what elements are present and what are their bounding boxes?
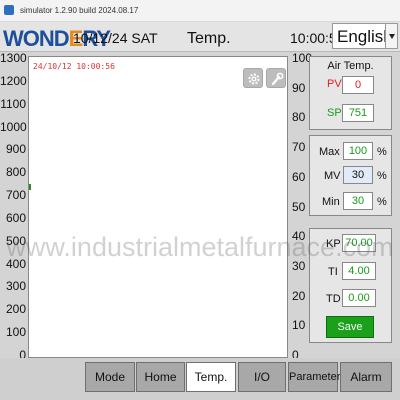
trend-chart[interactable]: 24/10/12 10:00:56 [28,56,288,358]
app-icon [4,5,14,15]
pv-label: PV [327,78,342,90]
left-axis-tick-label: 1100 [0,96,26,111]
td-label: TD [326,293,341,305]
output-limits-panel: Max 100 % MV 30 % Min 30 % [309,135,392,216]
left-axis-tick-label: 1000 [0,119,27,134]
ti-input[interactable]: 4.00 [342,262,376,280]
pv-trace-mark [29,184,31,190]
mv-value: 30 [343,166,373,184]
chart-timestamp: 24/10/12 10:00:56 [33,62,115,71]
right-axis-tick-label: 70 [292,140,306,155]
max-label: Max [319,146,340,158]
tab-home[interactable]: Home [136,362,185,392]
watermark-text: www.industrialmetalfurnace.com [6,232,394,262]
window-title-bar: simulator 1.2.90 build 2024.08.17 [0,0,400,22]
right-axis-tick-label: 60 [292,169,306,184]
left-axis-tick-label: 100 [5,325,26,340]
left-axis-tick-label: 300 [5,279,26,294]
window-title: simulator 1.2.90 build 2024.08.17 [20,6,139,15]
right-axis-tick-label: 50 [292,199,306,214]
right-axis-tick-label: 80 [292,110,306,125]
tab-mode[interactable]: Mode [85,362,135,392]
sp-label: SP [327,107,342,119]
mv-label: MV [324,170,341,182]
header-date: 10/12/24 SAT [73,30,158,46]
td-input[interactable]: 0.00 [342,289,376,307]
left-axis-tick-label: 900 [5,142,26,157]
tab-temp[interactable]: Temp. [186,362,236,392]
wrench-icon [271,72,284,86]
tab-parameters[interactable]: Parameters [288,362,346,392]
mv-unit: % [377,170,387,182]
page-title: Temp. [187,30,231,47]
left-axis-tick-label: 800 [5,165,26,180]
right-axis-tick-label: 90 [292,80,306,95]
right-axis-tick-label: 20 [292,288,306,303]
left-axis-tick-label: 1200 [0,73,27,88]
bottom-nav: Mode Home Temp. I/O Parameters Alarm [0,358,400,400]
app-window: simulator 1.2.90 build 2024.08.17 WONDER… [0,0,400,400]
air-temp-title: Air Temp. [327,60,374,72]
min-input[interactable]: 30 [343,192,373,210]
chart-settings-button[interactable] [243,68,263,88]
language-select[interactable]: English [332,23,398,49]
air-temp-panel: Air Temp. PV 0 SP 751 [309,56,392,130]
max-unit: % [377,146,387,158]
chart-tools-button[interactable] [266,68,286,88]
tab-alarm[interactable]: Alarm [340,362,392,392]
left-axis-tick-label: 700 [5,188,26,203]
chevron-down-icon[interactable] [385,24,397,48]
ti-label: TI [328,266,338,278]
right-axis-tick-label: 10 [292,318,306,333]
gear-icon [248,73,260,85]
left-axis-tick-label: 600 [5,210,26,225]
max-input[interactable]: 100 [343,142,373,160]
tab-io[interactable]: I/O [238,362,286,392]
min-unit: % [377,196,387,208]
sp-input[interactable]: 751 [342,104,374,122]
save-button[interactable]: Save [326,316,374,338]
left-axis-tick-label: 1300 [0,51,27,65]
left-axis-tick-label: 200 [5,302,26,317]
pv-value: 0 [342,76,374,94]
min-label: Min [322,196,340,208]
